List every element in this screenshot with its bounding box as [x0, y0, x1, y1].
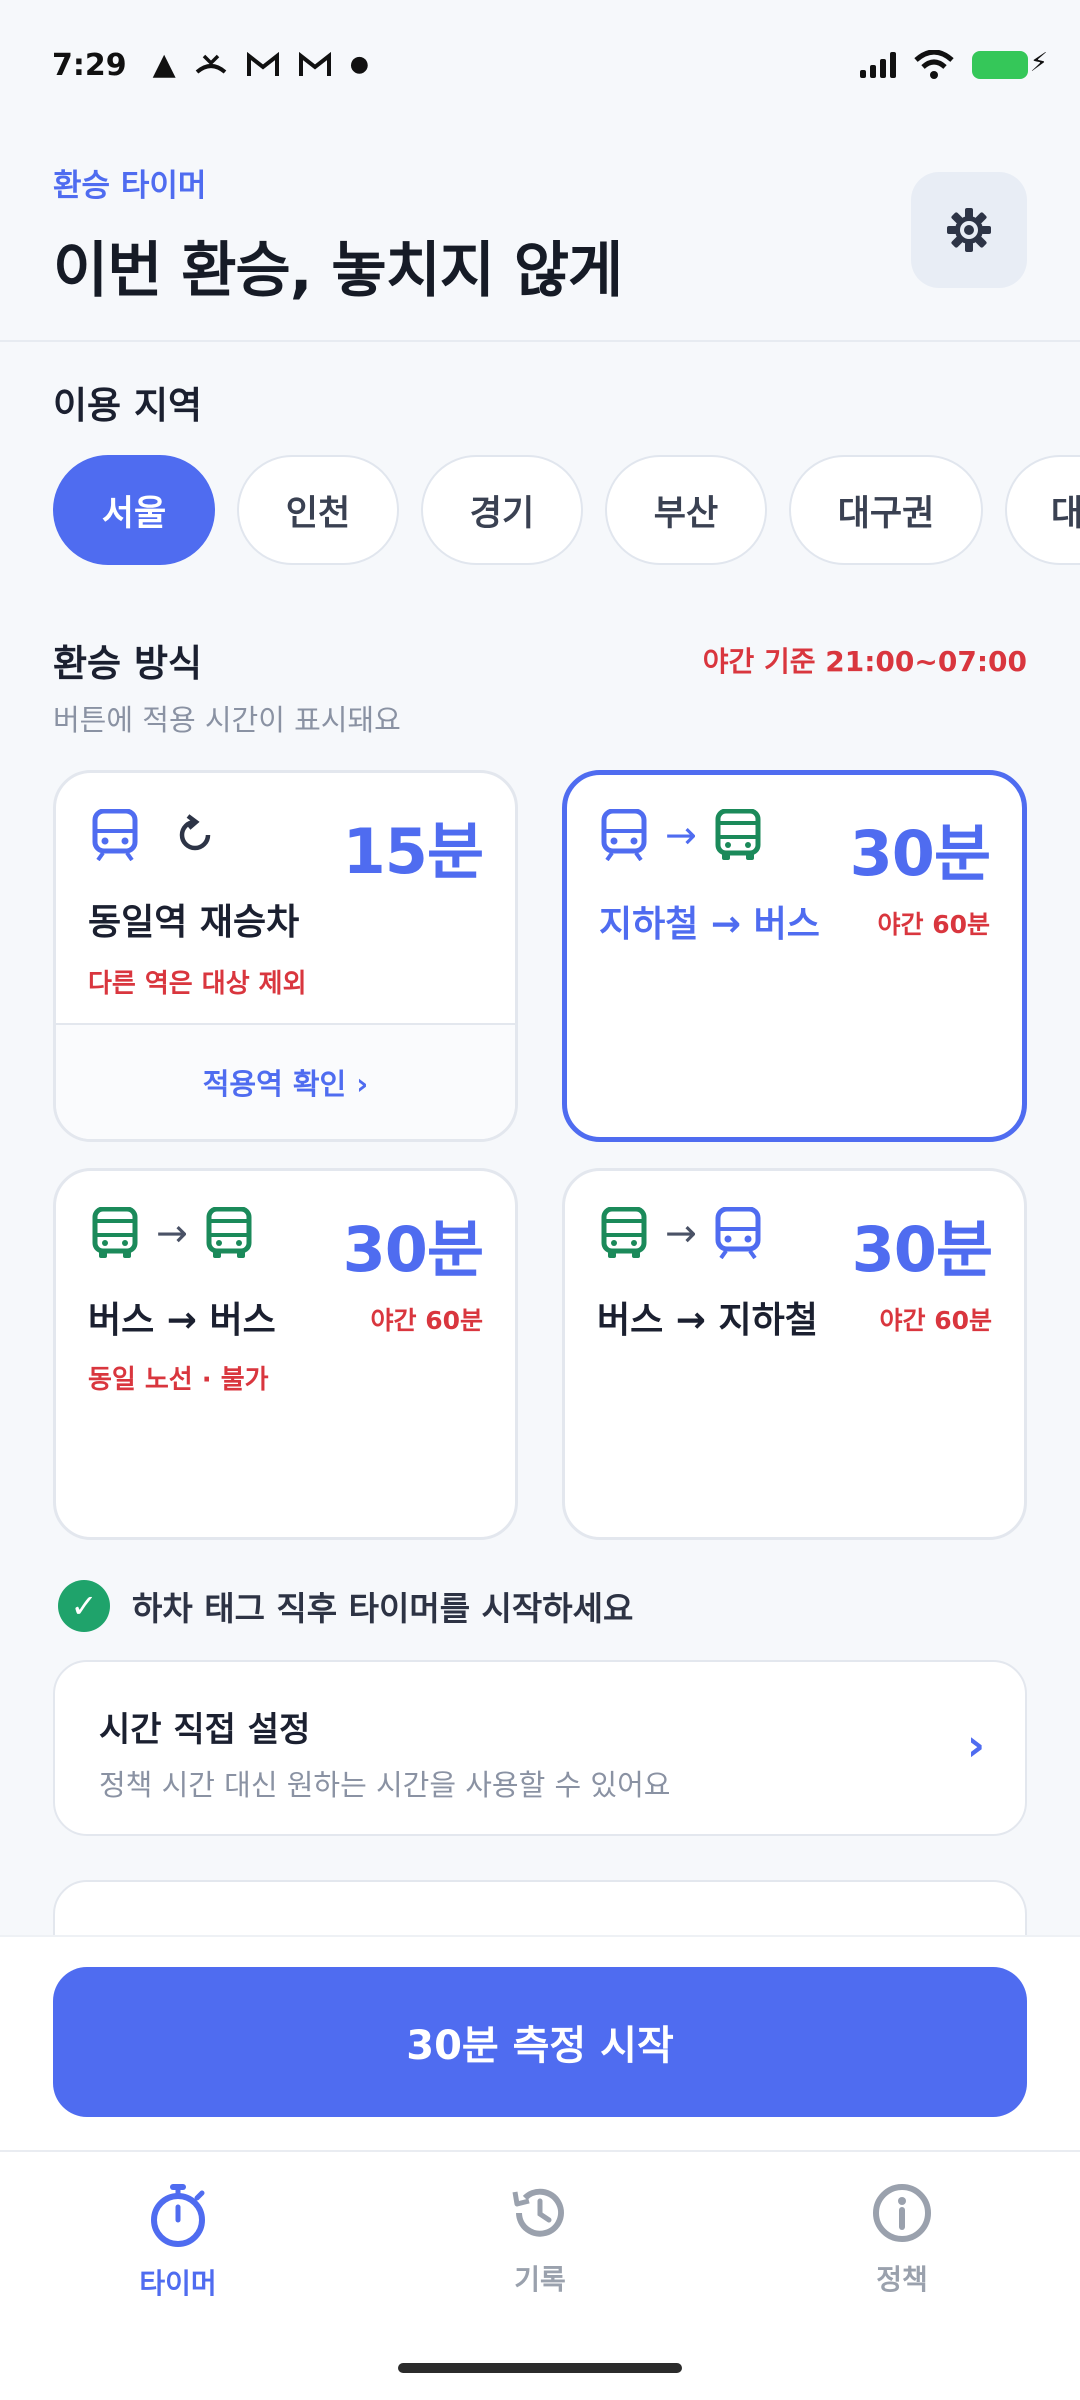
region-chip-row: 서울 인천 경기 부산 대구권 대 [53, 455, 1080, 567]
start-timer-button[interactable]: 30분 측정 시작 [53, 1967, 1027, 2117]
region-chip-busan[interactable]: 부산 [605, 455, 767, 565]
card-minutes: 30분 [849, 817, 991, 890]
manual-description: 정책 시간 대신 원하는 시간을 사용할 수 있어요 [99, 1768, 671, 1802]
transfer-label: 환승 방식 [53, 642, 203, 685]
transfer-card-same-station[interactable]: 15분 동일역 재승차 다른 역은 대상 제외 적용역 확인 › [53, 770, 518, 1142]
signal-icon [860, 52, 896, 78]
card-title: 버스 → 지하철 [597, 1300, 818, 1341]
bus-icon [92, 1207, 138, 1258]
check-circle-icon: ✓ [58, 1580, 110, 1632]
tab-label: 타이머 [139, 2267, 217, 2300]
arrow-right-icon: → [665, 1211, 697, 1255]
chevron-right-icon: › [966, 1720, 985, 1771]
history-icon [512, 2188, 564, 2237]
card-night-time: 야간 60분 [877, 910, 991, 939]
dot-icon: ● [349, 52, 369, 77]
card-title: 지하철 → 버스 [599, 904, 820, 945]
app-header: 환승 타이머 이번 환승, 놓치지 않게 [0, 130, 1080, 342]
manual-title: 시간 직접 설정 [99, 1710, 311, 1750]
warning-icon: ▲ [152, 47, 176, 82]
region-chip-more[interactable]: 대 [1005, 455, 1080, 565]
bus-icon [715, 809, 761, 860]
tab-history[interactable]: 기록 [420, 2182, 660, 2332]
bus-icon [601, 1207, 647, 1258]
subway-icon [715, 1207, 761, 1259]
card-minutes: 30분 [851, 1213, 993, 1286]
gear-icon [947, 208, 991, 252]
card-night-time: 야간 60분 [879, 1306, 993, 1335]
arrow-right-icon: → [156, 1211, 188, 1255]
gmail-icon [246, 52, 279, 76]
subway-icon [92, 809, 138, 861]
tab-timer[interactable]: 타이머 [58, 2182, 298, 2332]
reload-icon [179, 814, 211, 851]
settings-button[interactable] [911, 172, 1027, 288]
tab-label: 정책 [876, 2263, 928, 2296]
wifi-icon [914, 50, 954, 79]
page-title: 이번 환승, 놓치지 않게 [53, 236, 623, 306]
card-title: 동일역 재승차 [88, 902, 300, 943]
home-indicator[interactable] [398, 2363, 682, 2373]
stopwatch-icon [151, 2184, 205, 2247]
bus-icon [206, 1207, 252, 1258]
status-bar: 7:29 ▲ ● ⚡ [0, 0, 1080, 130]
missed-call-icon [195, 54, 227, 74]
region-chip-gyeonggi[interactable]: 경기 [421, 455, 583, 565]
status-time: 7:29 [52, 47, 127, 83]
card-note: 동일 노선 · 불가 [88, 1365, 269, 1395]
region-chip-seoul[interactable]: 서울 [53, 455, 215, 565]
battery-charging-icon: ⚡ [972, 48, 1048, 79]
gmail-icon [298, 52, 331, 76]
info-icon [873, 2184, 931, 2242]
region-chip-incheon[interactable]: 인천 [237, 455, 399, 565]
app-kicker: 환승 타이머 [53, 168, 207, 204]
manual-time-setting[interactable]: 시간 직접 설정 정책 시간 대신 원하는 시간을 사용할 수 있어요 › [53, 1660, 1027, 1836]
tip-row: ✓ 하차 태그 직후 타이머를 시작하세요 [58, 1580, 633, 1632]
check-stations-link[interactable]: 적용역 확인 › [56, 1023, 515, 1139]
arrow-right-icon: → [665, 813, 697, 857]
tab-policy[interactable]: 정책 [782, 2182, 1022, 2332]
card-minutes: 15분 [342, 815, 484, 888]
bottom-action-panel: 30분 측정 시작 [0, 1935, 1080, 2150]
card-title: 버스 → 버스 [88, 1300, 276, 1341]
card-note: 다른 역은 대상 제외 [88, 969, 307, 999]
region-chip-daegu[interactable]: 대구권 [789, 455, 983, 565]
subway-icon [601, 809, 647, 861]
tip-text: 하차 태그 직후 타이머를 시작하세요 [132, 1589, 634, 1628]
tab-label: 기록 [514, 2263, 566, 2296]
transfer-card-bus-to-subway[interactable]: → 30분 버스 → 지하철 야간 60분 [562, 1168, 1027, 1540]
night-hours-note: 야간 기준 21:00~07:00 [702, 645, 1027, 678]
transfer-card-bus-to-bus[interactable]: → 30분 버스 → 버스 야간 60분 동일 노선 · 불가 [53, 1168, 518, 1540]
card-minutes: 30분 [342, 1213, 484, 1286]
card-night-time: 야간 60분 [370, 1306, 484, 1335]
transfer-card-subway-to-bus[interactable]: → 30분 지하철 → 버스 야간 60분 [562, 770, 1027, 1142]
transfer-subcaption: 버튼에 적용 시간이 표시돼요 [53, 703, 401, 737]
region-label: 이용 지역 [53, 384, 203, 427]
